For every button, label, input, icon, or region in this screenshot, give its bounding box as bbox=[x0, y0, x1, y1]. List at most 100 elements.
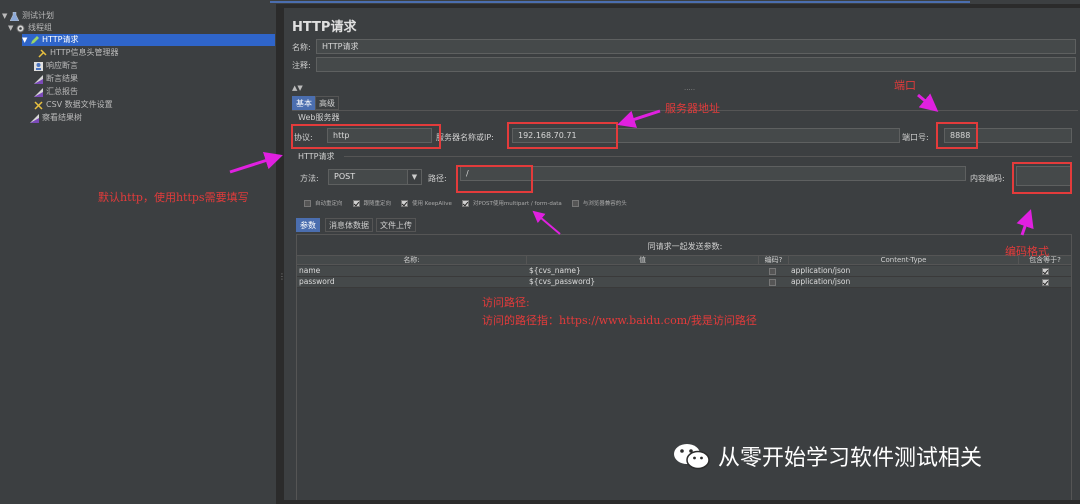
web-server-title: Web服务器 bbox=[298, 113, 340, 122]
tree-item-label: HTTP请求 bbox=[42, 35, 79, 44]
param-value[interactable]: ${cvs_name} bbox=[529, 266, 581, 276]
comment-field[interactable] bbox=[316, 57, 1076, 72]
http-request-title: HTTP请求 bbox=[298, 152, 335, 161]
path-field[interactable]: / bbox=[460, 166, 966, 181]
port-label: 端口号: bbox=[902, 133, 929, 142]
checkbox-label: 自动重定向 bbox=[315, 201, 343, 207]
checkbox-follow-redirect[interactable]: 跟随重定向 bbox=[352, 199, 392, 207]
table-row[interactable]: password ${cvs_password} application/jso… bbox=[297, 277, 1071, 288]
tree-item-summary-report[interactable]: 汇总报告 bbox=[34, 86, 78, 98]
method-label: 方法: bbox=[300, 174, 319, 183]
pencil-icon bbox=[30, 35, 39, 45]
annotation-box-protocol bbox=[291, 124, 441, 149]
encode-checkbox[interactable] bbox=[769, 279, 776, 286]
annotation-box-path bbox=[456, 165, 533, 193]
wrench-icon bbox=[38, 48, 47, 58]
watermark-text: 从零开始学习软件测试相关 bbox=[718, 446, 983, 471]
gear-icon bbox=[16, 24, 25, 33]
method-select[interactable]: POST ▼ bbox=[328, 169, 422, 185]
tab-basic[interactable]: 基本 bbox=[292, 96, 316, 110]
section-divider bbox=[344, 156, 1072, 157]
tree-item-label: 汇总报告 bbox=[46, 87, 78, 96]
tree-item-label: 断言结果 bbox=[46, 74, 78, 83]
annotation-server-address: 服务器地址 bbox=[665, 102, 720, 115]
tree-item-assertion-results[interactable]: 断言结果 bbox=[34, 73, 78, 85]
collapse-bar[interactable]: ▲▼ ..... bbox=[292, 84, 1078, 94]
watermark: 从零开始学习软件测试相关 bbox=[672, 440, 982, 472]
tree-item-label: HTTP信息头管理器 bbox=[50, 48, 119, 57]
expand-toggle-icon[interactable]: ▼ bbox=[2, 10, 10, 22]
tab-advanced[interactable]: 高级 bbox=[315, 96, 339, 110]
checkbox-multipart[interactable]: 对POST使用multipart / form-data bbox=[461, 199, 562, 207]
tree-item-header-manager[interactable]: HTTP信息头管理器 bbox=[38, 47, 118, 59]
method-value: POST bbox=[334, 172, 356, 181]
options-checkboxes: 自动重定向 跟随重定向 使用 KeepAlive 对POST使用multipar… bbox=[304, 198, 637, 208]
comment-label: 注释: bbox=[292, 61, 311, 70]
expand-toggle-icon[interactable]: ▼ bbox=[8, 22, 16, 34]
top-accent bbox=[270, 1, 970, 3]
checkbox-label: 与浏览器兼容的头 bbox=[582, 201, 627, 207]
drag-dots-icon[interactable]: ..... bbox=[684, 84, 695, 92]
tab-body-data[interactable]: 消息体数据 bbox=[325, 218, 373, 232]
include-equals-checkbox[interactable] bbox=[1042, 279, 1049, 286]
tab-file-upload[interactable]: 文件上传 bbox=[376, 218, 416, 232]
tree-item-label: CSV 数据文件设置 bbox=[46, 100, 113, 109]
checkbox-box[interactable] bbox=[571, 199, 579, 207]
tree-item-response-assertion[interactable]: 响应断言 bbox=[34, 60, 78, 72]
column-header-value[interactable]: 值 bbox=[527, 256, 759, 265]
http-request-panel: HTTP请求 名称: HTTP请求 注释: ▲▼ ..... 基本 高级 Web… bbox=[284, 8, 1080, 504]
bottom-strip bbox=[284, 500, 1080, 504]
annotation-access-path-desc: 访问的路径指：https://www.baidu.com/我是访问路径 bbox=[482, 314, 757, 327]
annotation-box-server bbox=[507, 122, 618, 149]
annotation-box-port bbox=[936, 122, 978, 149]
tree-item-label: 响应断言 bbox=[46, 61, 78, 70]
tree-item-label: 察看结果树 bbox=[42, 113, 82, 122]
param-value[interactable]: ${cvs_password} bbox=[529, 277, 595, 287]
checkbox-browser-headers[interactable]: 与浏览器兼容的头 bbox=[571, 199, 627, 207]
checkbox-keepalive[interactable]: 使用 KeepAlive bbox=[401, 199, 452, 207]
table-caption: 同请求一起发送参数: bbox=[647, 242, 723, 251]
param-name[interactable]: password bbox=[299, 277, 335, 287]
table-header: 名称: 值 编码? Content-Type 包含等于? bbox=[297, 255, 1071, 265]
checkbox-label: 跟随重定向 bbox=[363, 201, 392, 207]
collapse-arrows-icon[interactable]: ▲▼ bbox=[292, 84, 303, 92]
checkbox-box[interactable] bbox=[304, 199, 311, 207]
chart-icon bbox=[30, 113, 39, 123]
encode-checkbox[interactable] bbox=[769, 268, 776, 275]
chart-icon bbox=[34, 87, 43, 97]
annotation-access-path-title: 访问路径: bbox=[482, 296, 530, 309]
server-label: 服务器名称或IP: bbox=[436, 133, 494, 142]
tree-item-view-results-tree[interactable]: 察看结果树 bbox=[30, 112, 82, 124]
include-equals-checkbox[interactable] bbox=[1042, 268, 1049, 275]
param-content-type[interactable]: application/json bbox=[791, 266, 850, 276]
tree-item-label: 测试计划 bbox=[22, 11, 54, 20]
page-title: HTTP请求 bbox=[292, 20, 357, 35]
tab-parameters[interactable]: 参数 bbox=[296, 218, 320, 232]
tree-item-thread-group[interactable]: ▼ 线程组 bbox=[8, 22, 52, 34]
chevron-down-icon[interactable]: ▼ bbox=[407, 170, 421, 184]
param-name[interactable]: name bbox=[299, 266, 320, 276]
column-header-name[interactable]: 名称: bbox=[297, 256, 527, 265]
column-header-encode[interactable]: 编码? bbox=[759, 256, 789, 265]
tree-item-label: 线程组 bbox=[28, 23, 52, 32]
name-field[interactable]: HTTP请求 bbox=[316, 39, 1076, 54]
expand-toggle-icon[interactable]: ▼ bbox=[22, 34, 30, 46]
param-content-type[interactable]: application/json bbox=[791, 277, 850, 287]
checkbox-box[interactable] bbox=[461, 199, 469, 207]
scissors-icon bbox=[34, 100, 43, 110]
name-label: 名称: bbox=[292, 43, 311, 52]
encoding-label: 内容编码: bbox=[970, 174, 1005, 183]
flask-icon bbox=[9, 11, 20, 21]
table-row[interactable]: name ${cvs_name} application/json bbox=[297, 266, 1071, 277]
chart-icon bbox=[34, 74, 43, 84]
tree-item-http-request[interactable]: ▼ HTTP请求 bbox=[22, 34, 275, 46]
annotation-box-encoding bbox=[1012, 162, 1072, 194]
checkbox-box[interactable] bbox=[401, 199, 409, 207]
column-header-content-type[interactable]: Content-Type bbox=[789, 256, 1019, 265]
checkbox-box[interactable] bbox=[352, 199, 360, 207]
checkbox-auto-redirect[interactable]: 自动重定向 bbox=[304, 199, 343, 207]
wechat-icon bbox=[674, 444, 710, 470]
tree-item-test-plan[interactable]: ▼ 测试计划 bbox=[2, 10, 54, 22]
tree-item-csv-config[interactable]: CSV 数据文件设置 bbox=[34, 99, 113, 111]
checkbox-label: 对POST使用multipart / form-data bbox=[472, 201, 562, 207]
